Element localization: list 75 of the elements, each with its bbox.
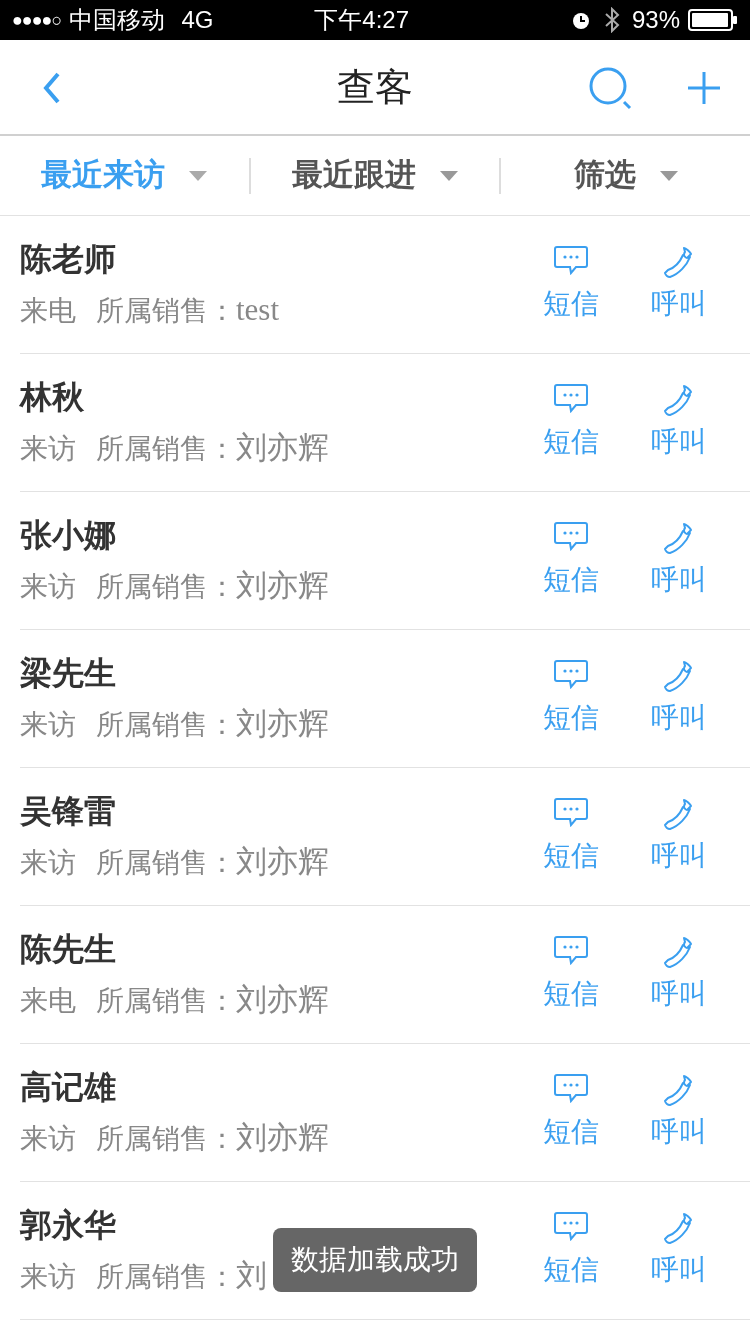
sales-label: 所属销售： bbox=[96, 1260, 236, 1295]
customer-name: 陈老师 bbox=[20, 240, 117, 280]
battery-percent: 93% bbox=[631, 5, 680, 35]
search-button[interactable] bbox=[588, 66, 634, 110]
sms-button[interactable]: 短信 bbox=[536, 796, 606, 877]
caret-icon bbox=[189, 170, 208, 181]
customer-name: 高记雄 bbox=[20, 1068, 117, 1108]
visit-source: 来电 bbox=[20, 294, 76, 329]
search-icon bbox=[588, 66, 634, 110]
sales-label: 所属销售： bbox=[96, 984, 236, 1019]
sms-button[interactable]: 短信 bbox=[536, 1072, 606, 1153]
message-icon bbox=[554, 796, 588, 827]
sales-label: 所属销售： bbox=[96, 846, 236, 881]
call-button[interactable]: 呼叫 bbox=[644, 1072, 714, 1153]
visit-source: 来访 bbox=[20, 708, 76, 743]
page-title: 查客 bbox=[337, 64, 413, 110]
message-icon bbox=[554, 520, 588, 551]
sales-label: 所属销售： bbox=[96, 708, 236, 743]
sms-button[interactable]: 短信 bbox=[536, 244, 606, 325]
visit-source: 来访 bbox=[20, 570, 76, 605]
call-button[interactable]: 呼叫 bbox=[644, 244, 714, 325]
customer-name: 陈先生 bbox=[20, 930, 117, 970]
sms-button[interactable]: 短信 bbox=[536, 382, 606, 463]
call-button[interactable]: 呼叫 bbox=[644, 520, 714, 601]
sales-label: 所属销售： bbox=[96, 570, 236, 605]
salesperson-name: 刘 bbox=[236, 1257, 267, 1296]
call-button[interactable]: 呼叫 bbox=[644, 934, 714, 1015]
filter-tab[interactable]: 最近来访 bbox=[41, 152, 208, 199]
customer-name: 林秋 bbox=[20, 378, 85, 418]
message-icon bbox=[554, 658, 588, 689]
sms-button[interactable]: 短信 bbox=[536, 658, 606, 739]
visit-source: 来电 bbox=[20, 984, 76, 1019]
caret-icon bbox=[440, 170, 458, 181]
message-icon bbox=[554, 382, 588, 413]
plus-icon bbox=[686, 70, 722, 106]
visit-source: 来访 bbox=[20, 1260, 76, 1295]
salesperson-name: 刘亦辉 bbox=[236, 981, 329, 1020]
battery-icon bbox=[688, 9, 738, 31]
call-button[interactable]: 呼叫 bbox=[644, 658, 714, 739]
sales-label: 所属销售： bbox=[96, 294, 236, 329]
visit-source: 来访 bbox=[20, 1122, 76, 1157]
call-button[interactable]: 呼叫 bbox=[644, 796, 714, 877]
sales-label: 所属销售： bbox=[96, 1122, 236, 1157]
message-icon bbox=[554, 1210, 588, 1241]
sms-button[interactable]: 短信 bbox=[536, 934, 606, 1015]
caret-icon bbox=[659, 170, 678, 181]
sms-button[interactable]: 短信 bbox=[536, 520, 606, 601]
call-button[interactable]: 呼叫 bbox=[644, 1210, 714, 1291]
filter-tab[interactable]: 筛选 bbox=[573, 152, 678, 199]
salesperson-name: 刘亦辉 bbox=[236, 429, 329, 468]
salesperson-name: 刘亦辉 bbox=[236, 1119, 329, 1158]
clock: 下午4:27 bbox=[314, 5, 410, 35]
salesperson-name: test bbox=[236, 291, 280, 330]
network-type: 4G bbox=[181, 5, 214, 35]
bluetooth-icon bbox=[603, 7, 620, 33]
message-icon bbox=[554, 934, 588, 965]
toast-message: 数据加载成功 bbox=[273, 1228, 477, 1292]
visit-source: 来访 bbox=[20, 432, 76, 467]
salesperson-name: 刘亦辉 bbox=[236, 705, 329, 744]
visit-source: 来访 bbox=[20, 846, 76, 881]
sales-label: 所属销售： bbox=[96, 432, 236, 467]
filter-tab[interactable]: 最近跟进 bbox=[292, 152, 458, 199]
add-button[interactable] bbox=[686, 70, 722, 106]
salesperson-name: 刘亦辉 bbox=[236, 843, 329, 882]
customer-name: 张小娜 bbox=[20, 516, 117, 556]
message-icon bbox=[554, 244, 588, 275]
sms-button[interactable]: 短信 bbox=[536, 1210, 606, 1291]
customer-name: 郭永华 bbox=[20, 1206, 117, 1246]
signal-strength: ●●●●○ bbox=[12, 8, 62, 32]
customer-name: 梁先生 bbox=[20, 654, 117, 694]
carrier-name: 中国移动 bbox=[69, 5, 166, 35]
customer-name: 吴锋雷 bbox=[20, 792, 117, 832]
call-button[interactable]: 呼叫 bbox=[644, 382, 714, 463]
message-icon bbox=[554, 1072, 588, 1103]
salesperson-name: 刘亦辉 bbox=[236, 567, 329, 606]
